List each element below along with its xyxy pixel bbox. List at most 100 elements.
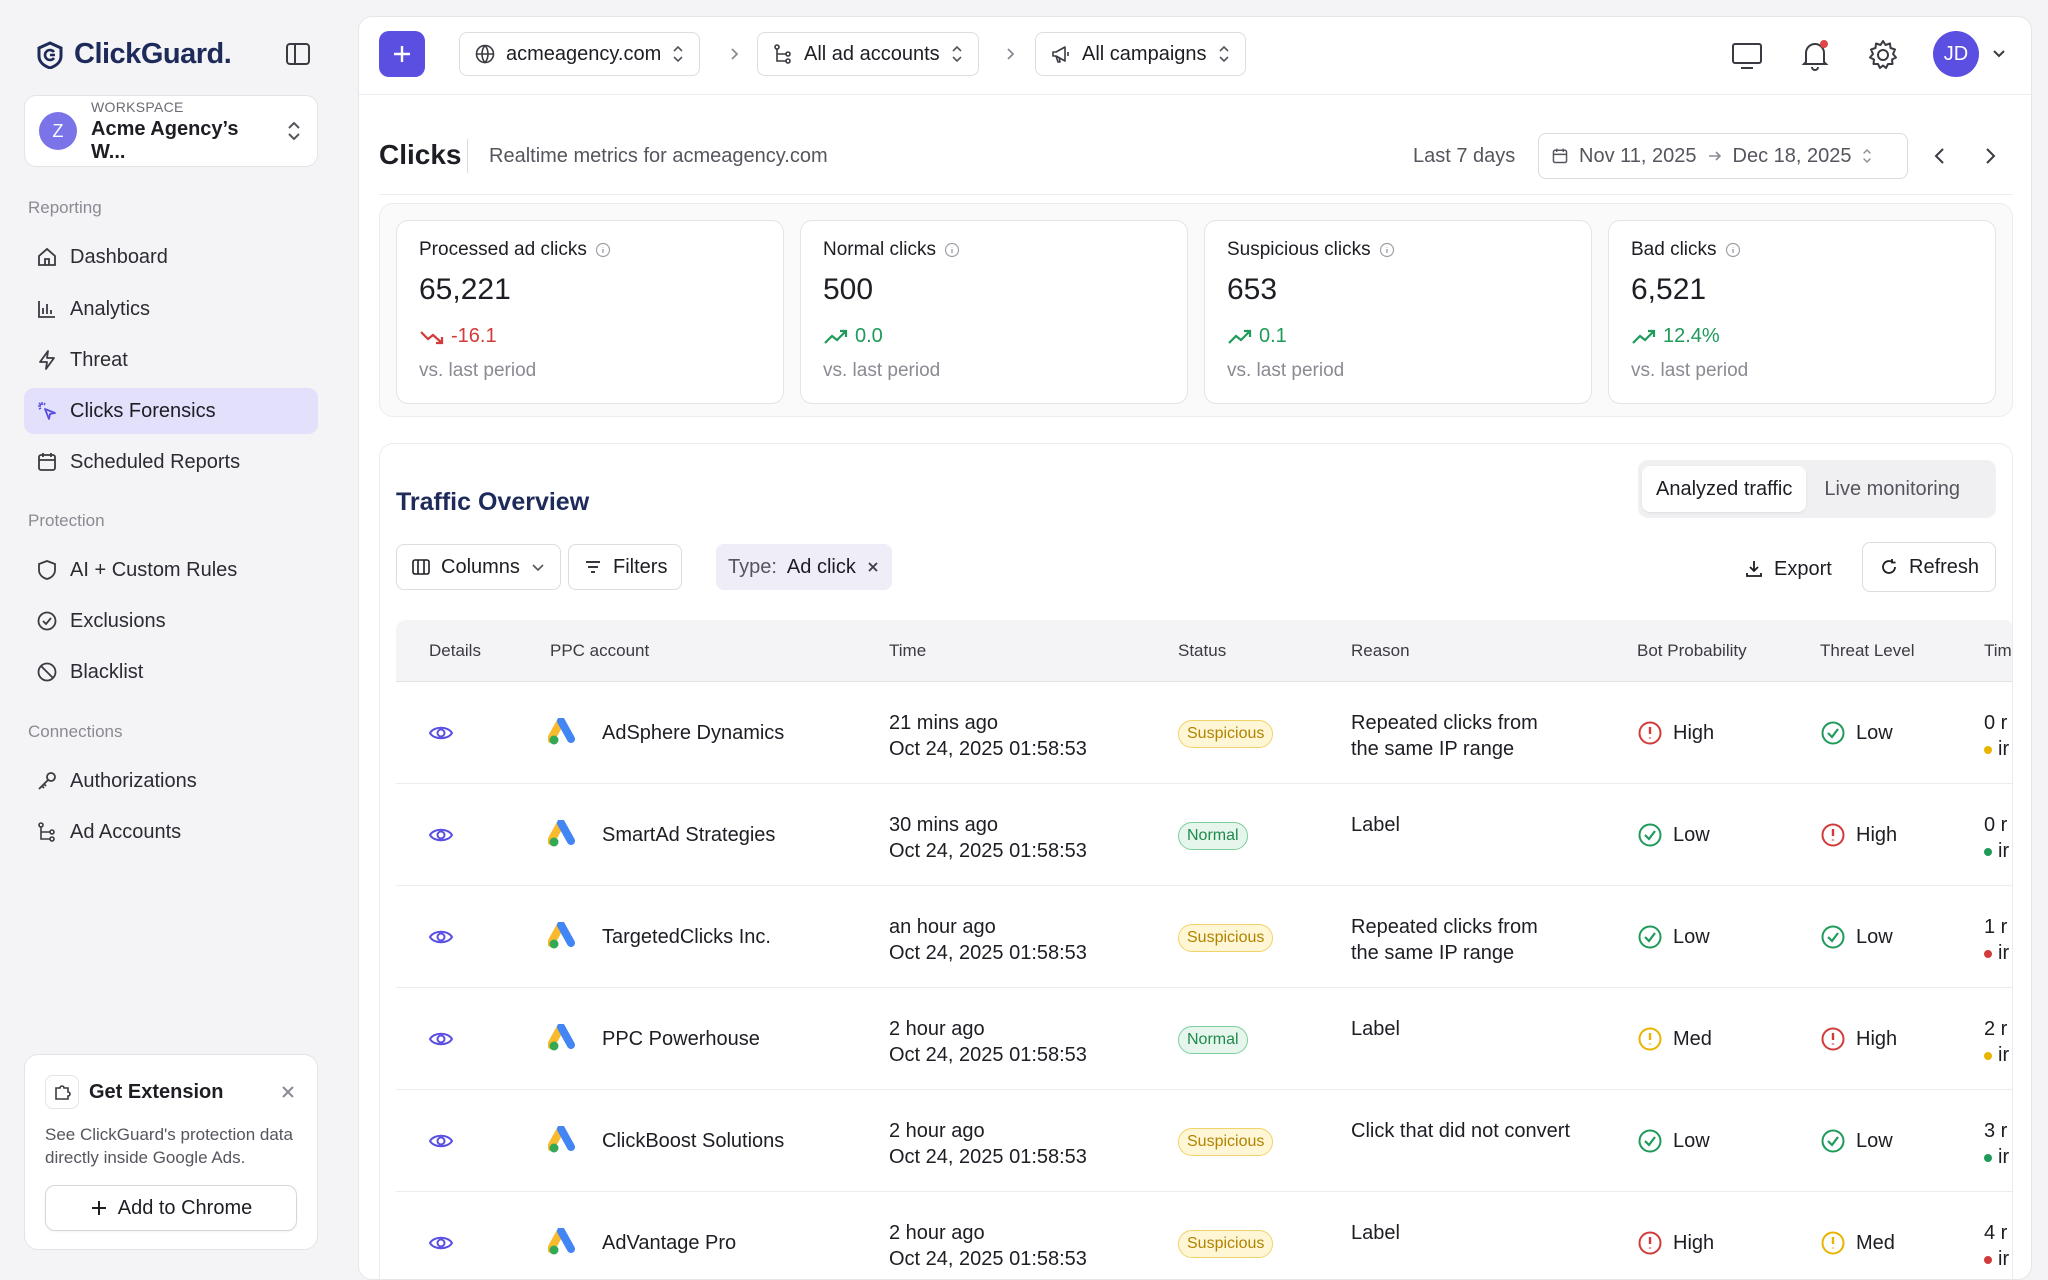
sidebar-item-label: Blacklist [70, 660, 144, 683]
section-title: Traffic Overview [396, 488, 590, 516]
workspace-avatar: Z [39, 112, 77, 150]
ppc-account-name[interactable]: PPC Powerhouse [602, 1028, 760, 1051]
sidebar-toggle-icon[interactable] [284, 40, 312, 68]
add-to-chrome-button[interactable]: Add to Chrome [45, 1185, 297, 1231]
check-circle-icon [1638, 925, 1662, 949]
section-reporting: Reporting [28, 198, 102, 217]
info-icon[interactable] [1725, 242, 1741, 258]
col-time-truncated[interactable]: Tim [1984, 641, 2012, 661]
tab-analyzed-traffic[interactable]: Analyzed traffic [1642, 466, 1807, 512]
monitor-icon[interactable] [1729, 37, 1765, 73]
alert-circle-icon [1638, 721, 1662, 745]
traffic-table: Details PPC account Time Status Reason B… [396, 620, 2012, 1279]
sidebar-item-exclusions[interactable]: Exclusions [24, 598, 318, 644]
table-row[interactable]: PPC Powerhouse 2 hour ago Oct 24, 2025 01:… [396, 988, 2012, 1090]
refresh-button[interactable]: Refresh [1862, 542, 1997, 592]
brand-name: ClickGuard. [74, 38, 232, 70]
stat-foot: vs. last period [1631, 360, 1749, 381]
stat-card-suspicious: Suspicious clicks 653 0.1 vs. last perio… [1204, 220, 1592, 404]
sidebar-item-clicks-forensics[interactable]: Clicks Forensics [24, 388, 318, 434]
page-title: Clicks [379, 139, 462, 170]
range-preset-label[interactable]: Last 7 days [1413, 145, 1515, 168]
gear-icon[interactable] [1865, 37, 1901, 73]
create-button[interactable] [379, 31, 425, 77]
ppc-account-name[interactable]: TargetedClicks Inc. [602, 926, 771, 949]
ban-icon [37, 662, 57, 682]
tab-live-monitoring[interactable]: Live monitoring [1810, 466, 1974, 512]
trend-up-icon [824, 329, 848, 344]
threat-level-value: Low [1856, 1129, 1893, 1152]
col-bot-probability[interactable]: Bot Probability [1637, 641, 1747, 661]
sidebar-item-ai-custom-rules[interactable]: AI + Custom Rules [24, 547, 318, 593]
col-reason[interactable]: Reason [1351, 641, 1410, 661]
columns-button[interactable]: Columns [396, 544, 561, 590]
col-ppc-account[interactable]: PPC account [550, 641, 649, 661]
trend-up-icon [1632, 329, 1656, 344]
table-row[interactable]: TargetedClicks Inc. an hour ago Oct 24, 20… [396, 886, 2012, 988]
sidebar-item-ad-accounts[interactable]: Ad Accounts [24, 809, 318, 855]
table-body: AdSphere Dynamics 21 mins ago Oct 24, 2025… [396, 682, 2012, 1279]
puzzle-icon [45, 1075, 79, 1109]
info-icon[interactable] [1379, 242, 1395, 258]
eye-icon[interactable] [428, 1232, 454, 1254]
export-button[interactable]: Export [1728, 544, 1848, 594]
date-range-picker[interactable]: Nov 11, 2025 Dec 18, 2025 [1538, 133, 1908, 179]
time-cell: 21 mins ago Oct 24, 2025 01:58:53 [889, 710, 1087, 762]
col-time[interactable]: Time [889, 641, 926, 661]
table-row[interactable]: AdVantage Pro 2 hour ago Oct 24, 2025 01:5… [396, 1192, 2012, 1279]
sidebar-item-label: Scheduled Reports [70, 450, 241, 473]
time-date: Oct 24, 2025 01:58:53 [889, 738, 1087, 760]
domain-selector[interactable]: acmeagency.com [459, 32, 701, 76]
reason-text: Click that did not convert [1351, 1120, 1570, 1142]
time-date: Oct 24, 2025 01:58:53 [889, 942, 1087, 964]
filters-button[interactable]: Filters [568, 544, 683, 590]
status-badge: Suspicious [1178, 1230, 1274, 1258]
ppc-account-name[interactable]: SmartAd Strategies [602, 824, 775, 847]
logo[interactable]: ClickGuard. [36, 38, 232, 71]
filter-icon [586, 561, 600, 573]
sidebar-item-scheduled-reports[interactable]: Scheduled Reports [24, 439, 318, 485]
close-icon[interactable] [866, 560, 880, 574]
status-badge: Suspicious [1178, 1128, 1274, 1156]
stat-label: Suspicious clicks [1227, 239, 1371, 260]
chevron-updown-icon [1863, 149, 1872, 163]
google-ads-icon [548, 1228, 575, 1255]
eye-icon[interactable] [428, 926, 454, 948]
filter-chip-type[interactable]: Type: Ad click [716, 544, 892, 590]
eye-icon[interactable] [428, 824, 454, 846]
info-icon[interactable] [595, 242, 611, 258]
chevron-left-icon[interactable] [1929, 145, 1951, 167]
table-row[interactable]: SmartAd Strategies 30 mins ago Oct 24, 202… [396, 784, 2012, 886]
sidebar-item-analytics[interactable]: Analytics [24, 286, 318, 332]
info-icon[interactable] [944, 242, 960, 258]
col-threat-level[interactable]: Threat Level [1820, 641, 1915, 661]
threat-level: Low [1820, 1128, 1893, 1154]
stat-delta: 12.4% [1663, 325, 1720, 347]
sidebar-item-dashboard[interactable]: Dashboard [24, 234, 318, 280]
close-icon[interactable] [279, 1083, 297, 1101]
eye-icon[interactable] [428, 722, 454, 744]
eye-icon[interactable] [428, 1130, 454, 1152]
eye-icon[interactable] [428, 1028, 454, 1050]
ppc-account-name[interactable]: AdSphere Dynamics [602, 722, 784, 745]
campaigns-selector[interactable]: All campaigns [1035, 32, 1246, 76]
ppc-account-name[interactable]: ClickBoost Solutions [602, 1130, 784, 1153]
col-status[interactable]: Status [1178, 641, 1226, 661]
chevron-down-icon[interactable] [1991, 45, 2007, 61]
workspace-switcher[interactable]: Z WORKSPACE Acme Agency’s W... [24, 95, 318, 167]
table-row[interactable]: AdSphere Dynamics 21 mins ago Oct 24, 2025… [396, 682, 2012, 784]
sidebar-item-threat[interactable]: Threat [24, 337, 318, 383]
sidebar-item-authorizations[interactable]: Authorizations [24, 758, 318, 804]
sidebar-item-blacklist[interactable]: Blacklist [24, 649, 318, 695]
calendar-icon [38, 453, 56, 471]
bell-icon[interactable] [1797, 37, 1833, 73]
stat-foot: vs. last period [419, 360, 537, 381]
table-row[interactable]: ClickBoost Solutions 2 hour ago Oct 24, 20… [396, 1090, 2012, 1192]
ppc-account-name[interactable]: AdVantage Pro [602, 1232, 736, 1255]
ad-accounts-selector[interactable]: All ad accounts [757, 32, 979, 76]
col-details[interactable]: Details [429, 641, 481, 661]
date-to: Dec 18, 2025 [1732, 144, 1852, 167]
chevron-right-icon[interactable] [1979, 145, 2001, 167]
user-avatar[interactable]: JD [1933, 31, 1979, 77]
stat-label: Processed ad clicks [419, 239, 587, 260]
